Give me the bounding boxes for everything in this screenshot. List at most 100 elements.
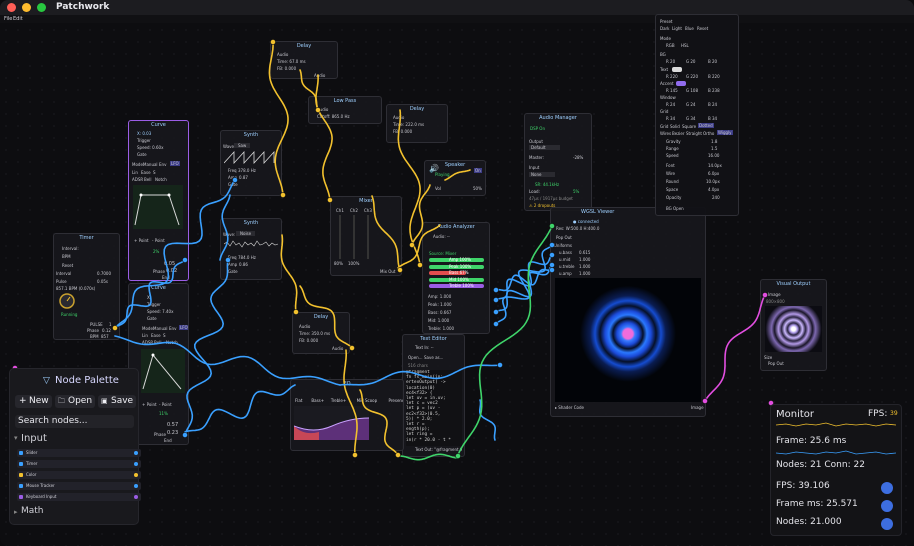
theme-blue[interactable]: Blue (685, 26, 694, 31)
search-input[interactable]: Search nodes... (15, 415, 134, 428)
wire[interactable] (479, 399, 496, 441)
grid-b[interactable]: B 34 (708, 116, 717, 121)
palette-item[interactable]: Timer (17, 460, 141, 468)
bg-b[interactable]: B 20 (708, 59, 717, 64)
synth-node-2[interactable]: Synth Wave: Noise Freq 784.0 Hz Amp 0.86… (220, 218, 282, 280)
shape-adsr[interactable]: ADSR (142, 340, 153, 345)
speaker-node[interactable]: Speaker 🔊 Playing On Vol 50% (424, 160, 486, 196)
audio-analyzer-node[interactable]: Audio Analyzer Audio: -- Source: Mixer A… (422, 222, 490, 334)
save-button[interactable]: ▣ Save (98, 395, 136, 408)
palette-item[interactable]: Slider (17, 449, 141, 457)
eq-preset-tab[interactable]: Presence (389, 398, 404, 403)
port[interactable] (493, 287, 499, 293)
accent-color-swatch[interactable] (676, 81, 686, 86)
add-point-button[interactable]: + Point (134, 238, 149, 243)
wgsl-viewer-node[interactable]: WGSL Viewer ● connected Res: W:500.0 H:4… (550, 207, 706, 417)
shape-lin[interactable]: Lin (142, 333, 148, 338)
add-point-button[interactable]: + Point (142, 402, 157, 407)
range-value[interactable]: 1.5 (711, 146, 717, 151)
delay-node-1[interactable]: Delay Audio Time: 67.0 ms FB: 0.000 Audi… (270, 41, 338, 79)
bpm-mode[interactable]: BPM (62, 254, 71, 259)
time-param[interactable]: Time: 67.0 ms (277, 59, 306, 64)
theme-dark[interactable]: Dark (660, 26, 670, 31)
wire-style-straight[interactable]: Straight (686, 131, 702, 136)
shape-s[interactable]: S (163, 333, 166, 338)
wire[interactable] (495, 254, 553, 301)
grid-style-square[interactable]: Square (682, 124, 696, 129)
text-editor-node[interactable]: Text Editor Text In: -- Open... Save as.… (402, 334, 465, 457)
port[interactable] (352, 452, 358, 458)
wave-select[interactable]: Saw (234, 143, 251, 148)
dsp-toggle[interactable]: DSP On (530, 126, 545, 131)
grid-style-solid[interactable]: Solid (670, 124, 680, 129)
shape-notch[interactable]: Notch (155, 177, 167, 182)
eq-preset-tab[interactable]: Bass+ (311, 398, 324, 403)
ch1-fader[interactable] (339, 215, 341, 259)
input-select[interactable]: None (529, 172, 556, 177)
wave-select[interactable]: Noise (236, 231, 256, 236)
wire[interactable] (184, 384, 296, 433)
maximize-window-button[interactable] (37, 3, 46, 12)
accent-r[interactable]: R 145 (666, 88, 678, 93)
interval-mode[interactable]: Interval: (62, 246, 79, 251)
shape-ease[interactable]: Ease (141, 170, 151, 175)
mode-env[interactable]: Env (159, 162, 166, 167)
palette-item[interactable]: Mouse Tracker (17, 482, 141, 490)
gravity-value[interactable]: 1.8 (711, 139, 717, 144)
wire[interactable] (704, 294, 766, 402)
wire-style-wiggly[interactable]: Wiggly (717, 130, 733, 135)
time-param[interactable]: Time: 350.0 ms (299, 331, 330, 336)
feedback-param[interactable]: FB: 0.000 (393, 129, 412, 134)
round-value[interactable]: 10.0px (706, 179, 720, 184)
section-input[interactable]: Input (21, 433, 47, 444)
close-window-button[interactable] (7, 3, 16, 12)
curve-node-1[interactable]: Curve X: 0.03 Trigger Speed: 0.60x Gate … (128, 120, 189, 281)
feedback-param[interactable]: FB: 0.000 (277, 66, 296, 71)
port[interactable] (493, 309, 499, 315)
mixer-node[interactable]: Mixer Ch1 Ch2 Ch3 80% 100% Mix Out (330, 196, 402, 276)
feedback-param[interactable]: FB: 0.000 (299, 338, 318, 343)
fps-output-port[interactable] (881, 482, 893, 494)
ch2-fader[interactable] (353, 215, 355, 259)
minimize-window-button[interactable] (22, 3, 31, 12)
mode-lfo[interactable]: LFO (179, 325, 188, 330)
eq-preset-tab[interactable]: Mid Scoop (357, 398, 378, 403)
reset-button[interactable]: Reset (62, 263, 73, 268)
accent-b[interactable]: B 238 (708, 88, 720, 93)
audio-manager-node[interactable]: Audio Manager DSP On Output Default Mast… (524, 113, 592, 211)
frame-ms-output-port[interactable] (881, 500, 893, 512)
mode-rgb[interactable]: RGB (666, 43, 675, 48)
shape-s[interactable]: S (153, 170, 156, 175)
mode-manual[interactable]: Manual (143, 162, 158, 167)
shape-bell[interactable]: Bell (154, 340, 161, 345)
remove-point-button[interactable]: - Point (159, 402, 172, 407)
shape-adsr[interactable]: ADSR (132, 177, 143, 182)
text-g[interactable]: G 220 (686, 74, 698, 79)
wire[interactable] (280, 234, 298, 313)
curve-graph[interactable] (141, 349, 185, 393)
shader-code-toggle[interactable]: ▸ Shader Code (555, 405, 584, 410)
palette-item[interactable]: Color (17, 471, 141, 479)
shape-lin[interactable]: Lin (132, 170, 138, 175)
window-r[interactable]: R 24 (666, 102, 675, 107)
lowpass-node[interactable]: Low Pass Audio Cutoff: 865.0 Hz (308, 96, 382, 124)
wire-style-bezier[interactable]: Bezier (672, 131, 685, 136)
theme-light[interactable]: Light (672, 26, 682, 31)
resolution-param[interactable]: Res: W:500.0 H:400.0 (556, 226, 599, 231)
wire[interactable] (495, 244, 553, 325)
grid-style-dotted[interactable]: Dotted (698, 123, 714, 128)
open-button[interactable]: 🗀 Open (55, 395, 95, 408)
save-as-button[interactable]: Save as... (424, 355, 443, 360)
mode-hsl[interactable]: HSL (681, 43, 689, 48)
bg-r[interactable]: R 20 (666, 59, 675, 64)
menu-file[interactable]: File (4, 16, 12, 22)
time-param[interactable]: Time: 222.0 ms (393, 122, 424, 127)
text-r[interactable]: R 220 (666, 74, 678, 79)
mode-lfo[interactable]: LFO (170, 161, 180, 166)
window-g[interactable]: G 24 (686, 102, 695, 107)
port[interactable] (493, 321, 499, 327)
wire[interactable] (184, 259, 229, 436)
timer-node[interactable]: Timer Interval: BPM Reset Interval 0.700… (53, 233, 120, 340)
wire-width-value[interactable]: 6.0px (708, 171, 719, 176)
wire[interactable] (495, 264, 553, 313)
